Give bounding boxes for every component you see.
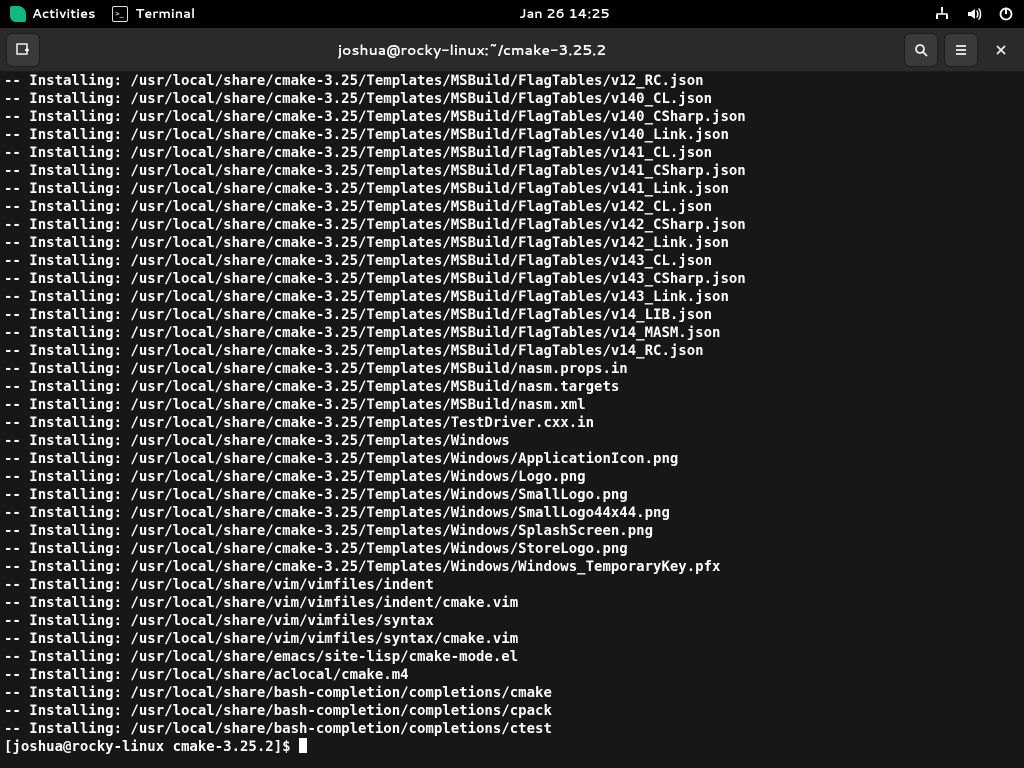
terminal-output-line: -- Installing: /usr/local/share/cmake-3.…: [4, 450, 1020, 468]
terminal-output-line: -- Installing: /usr/local/share/cmake-3.…: [4, 162, 1020, 180]
terminal-output-line: -- Installing: /usr/local/share/cmake-3.…: [4, 234, 1020, 252]
new-tab-button[interactable]: [6, 33, 40, 67]
terminal-output-line: -- Installing: /usr/local/share/cmake-3.…: [4, 180, 1020, 198]
close-button[interactable]: [984, 33, 1018, 67]
search-button[interactable]: [904, 33, 938, 67]
hamburger-menu-button[interactable]: [944, 33, 978, 67]
terminal-output-line: -- Installing: /usr/local/share/cmake-3.…: [4, 432, 1020, 450]
terminal-output-line: -- Installing: /usr/local/share/cmake-3.…: [4, 270, 1020, 288]
cursor-icon: [299, 738, 307, 753]
terminal-output-line: -- Installing: /usr/local/share/cmake-3.…: [4, 252, 1020, 270]
activities-label: Activities: [32, 5, 96, 23]
activities-button[interactable]: Activities: [10, 5, 96, 23]
terminal-icon: >_: [112, 6, 128, 22]
terminal-output-line: -- Installing: /usr/local/share/cmake-3.…: [4, 342, 1020, 360]
terminal-output-line: -- Installing: /usr/local/share/vim/vimf…: [4, 612, 1020, 630]
terminal-output-line: -- Installing: /usr/local/share/cmake-3.…: [4, 108, 1020, 126]
terminal-output-line: -- Installing: /usr/local/share/cmake-3.…: [4, 396, 1020, 414]
terminal-output-line: -- Installing: /usr/local/share/vim/vimf…: [4, 576, 1020, 594]
power-icon[interactable]: [998, 6, 1014, 22]
terminal-output-line: -- Installing: /usr/local/share/cmake-3.…: [4, 360, 1020, 378]
terminal-viewport[interactable]: -- Installing: /usr/local/share/cmake-3.…: [0, 72, 1024, 768]
volume-icon[interactable]: [966, 6, 982, 22]
terminal-output-line: -- Installing: /usr/local/share/cmake-3.…: [4, 288, 1020, 306]
distro-logo-icon: [10, 6, 26, 22]
terminal-output-line: -- Installing: /usr/local/share/cmake-3.…: [4, 216, 1020, 234]
terminal-output-line: -- Installing: /usr/local/share/aclocal/…: [4, 666, 1020, 684]
terminal-output-line: -- Installing: /usr/local/share/cmake-3.…: [4, 558, 1020, 576]
network-icon[interactable]: [934, 6, 950, 22]
window-headerbar: joshua@rocky-linux:~/cmake-3.25.2: [0, 28, 1024, 72]
terminal-output-line: -- Installing: /usr/local/share/cmake-3.…: [4, 72, 1020, 90]
terminal-output-line: -- Installing: /usr/local/share/vim/vimf…: [4, 594, 1020, 612]
terminal-output-line: -- Installing: /usr/local/share/cmake-3.…: [4, 522, 1020, 540]
app-menu-label: Terminal: [136, 5, 196, 23]
gnome-top-panel: Activities >_ Terminal Jan 26 14:25: [0, 0, 1024, 28]
terminal-output-line: -- Installing: /usr/local/share/cmake-3.…: [4, 504, 1020, 522]
terminal-output-line: -- Installing: /usr/local/share/cmake-3.…: [4, 324, 1020, 342]
terminal-output-line: -- Installing: /usr/local/share/cmake-3.…: [4, 126, 1020, 144]
window-title: joshua@rocky-linux:~/cmake-3.25.2: [46, 40, 898, 60]
terminal-output-line: -- Installing: /usr/local/share/cmake-3.…: [4, 306, 1020, 324]
app-menu[interactable]: >_ Terminal: [112, 5, 196, 23]
terminal-output-line: -- Installing: /usr/local/share/vim/vimf…: [4, 630, 1020, 648]
terminal-output-line: -- Installing: /usr/local/share/cmake-3.…: [4, 486, 1020, 504]
shell-prompt: [joshua@rocky-linux cmake-3.25.2]$: [4, 739, 299, 755]
terminal-output-line: -- Installing: /usr/local/share/cmake-3.…: [4, 414, 1020, 432]
terminal-output-line: -- Installing: /usr/local/share/cmake-3.…: [4, 468, 1020, 486]
terminal-output-line: -- Installing: /usr/local/share/cmake-3.…: [4, 144, 1020, 162]
terminal-output-line: -- Installing: /usr/local/share/cmake-3.…: [4, 90, 1020, 108]
terminal-output-line: -- Installing: /usr/local/share/emacs/si…: [4, 648, 1020, 666]
terminal-output-line: -- Installing: /usr/local/share/cmake-3.…: [4, 378, 1020, 396]
terminal-output-line: -- Installing: /usr/local/share/bash-com…: [4, 684, 1020, 702]
terminal-prompt-line[interactable]: [joshua@rocky-linux cmake-3.25.2]$: [4, 738, 1020, 756]
terminal-output-line: -- Installing: /usr/local/share/bash-com…: [4, 702, 1020, 720]
clock[interactable]: Jan 26 14:25: [519, 5, 609, 23]
terminal-output-line: -- Installing: /usr/local/share/cmake-3.…: [4, 540, 1020, 558]
terminal-output-line: -- Installing: /usr/local/share/bash-com…: [4, 720, 1020, 738]
terminal-output-line: -- Installing: /usr/local/share/cmake-3.…: [4, 198, 1020, 216]
